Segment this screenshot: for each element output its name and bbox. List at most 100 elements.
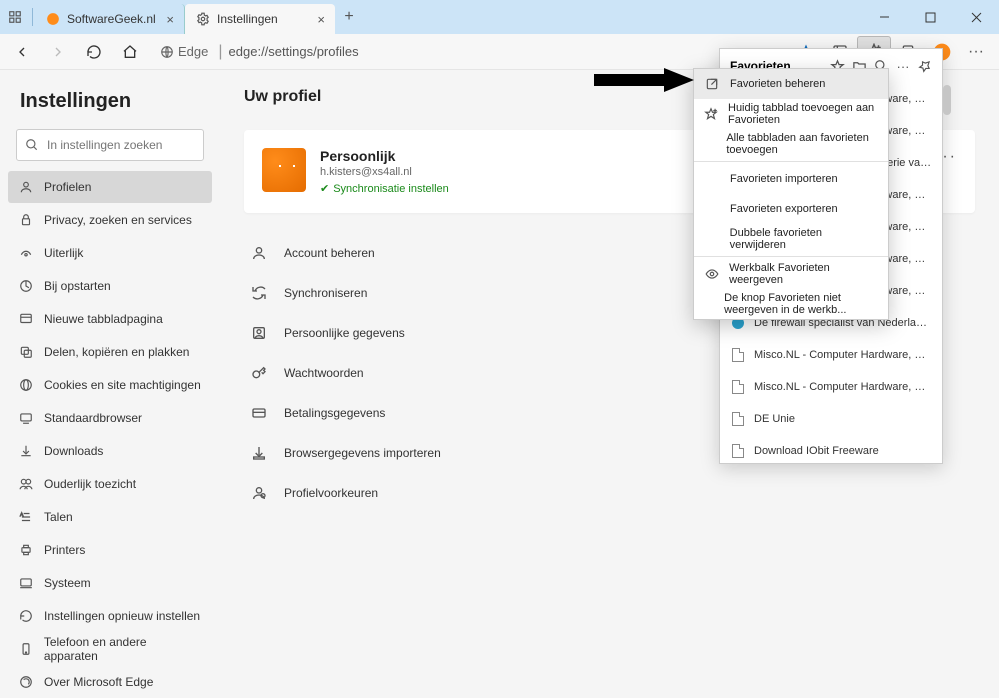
menu-label: Favorieten beheren [730, 78, 825, 90]
link-label: Betalingsgegevens [284, 406, 385, 420]
address-prefix: Edge [156, 44, 212, 59]
favorite-label: Download IObit Freeware [754, 445, 879, 457]
close-icon[interactable]: × [317, 12, 325, 27]
link-label: Wachtwoorden [284, 366, 364, 380]
profile-sync[interactable]: Synchronisatie instellen [320, 182, 449, 195]
sidebar-icon [18, 477, 34, 491]
menu-icon [704, 267, 719, 281]
menu-label: De knop Favorieten niet weergeven in de … [724, 292, 878, 316]
context-menu-item[interactable]: Alle tabbladen aan favorieten toevoegen [694, 129, 888, 159]
sidebar-item-label: Over Microsoft Edge [44, 675, 153, 689]
sidebar-icon [18, 543, 34, 557]
link-label: Account beheren [284, 246, 375, 260]
link-icon [250, 405, 268, 421]
menu-icon [704, 107, 718, 121]
link-icon [250, 445, 268, 461]
new-tab-button[interactable]: + [335, 8, 363, 26]
app-menu-icon[interactable] [0, 10, 30, 24]
sidebar-item[interactable]: Downloads [8, 435, 212, 467]
back-button[interactable] [6, 36, 38, 68]
sidebar-item-label: Downloads [44, 444, 103, 458]
sidebar-item-label: Privacy, zoeken en services [44, 213, 192, 227]
sidebar-item[interactable]: Instellingen opnieuw instellen [8, 600, 212, 632]
favorite-item[interactable]: DE Unie [720, 403, 942, 435]
favorite-item[interactable]: Misco.NL - Computer Hardware, Software, … [720, 339, 942, 371]
sidebar-item-label: Profielen [44, 180, 91, 194]
forward-button[interactable] [42, 36, 74, 68]
context-menu-item[interactable]: Favorieten beheren [694, 69, 888, 99]
refresh-button[interactable] [78, 36, 110, 68]
maximize-button[interactable] [907, 0, 953, 34]
favorite-label: Misco.NL - Computer Hardware, Software, … [754, 349, 932, 361]
more-icon[interactable]: ··· [959, 36, 993, 68]
link-icon [250, 365, 268, 381]
sidebar-item-label: Bij opstarten [44, 279, 111, 293]
menu-label: Dubbele favorieten verwijderen [730, 227, 878, 251]
favorite-label: Misco.NL - Computer Hardware, Software, … [754, 381, 932, 393]
menu-label: Werkbalk Favorieten weergeven [729, 262, 878, 286]
sidebar-item[interactable]: Over Microsoft Edge [8, 666, 212, 698]
link-icon [250, 325, 268, 341]
sidebar-item[interactable]: A Talen [8, 501, 212, 533]
context-menu-item[interactable]: Favorieten exporteren [694, 194, 888, 224]
sidebar-item[interactable]: Bij opstarten [8, 270, 212, 302]
scrollbar[interactable] [943, 85, 951, 115]
sidebar-icon [18, 411, 34, 425]
address-separator: | [218, 43, 222, 61]
sidebar-icon [18, 642, 34, 656]
favorite-item[interactable]: Misco.NL - Computer Hardware, Software, … [720, 371, 942, 403]
favorites-more-icon[interactable]: ··· [892, 59, 914, 74]
menu-label: Favorieten exporteren [730, 203, 838, 215]
sidebar-item[interactable]: Privacy, zoeken en services [8, 204, 212, 236]
profile-link[interactable]: Profielvoorkeuren [244, 473, 975, 513]
sidebar-icon [18, 279, 34, 293]
sidebar-item[interactable]: Cookies en site machtigingen [8, 369, 212, 401]
sidebar-icon [18, 444, 34, 458]
sidebar-icon [18, 246, 34, 260]
sidebar-item-label: Printers [44, 543, 85, 557]
address-bar[interactable]: Edge | edge://settings/profiles [156, 38, 779, 66]
arrow-annotation [594, 68, 694, 98]
sidebar-icon [18, 609, 34, 623]
context-menu-item[interactable]: Werkbalk Favorieten weergeven [694, 259, 888, 289]
pin-icon[interactable] [914, 59, 936, 73]
svg-text:A: A [20, 512, 24, 517]
close-icon[interactable]: × [166, 12, 174, 27]
context-menu-item[interactable]: Huidig tabblad toevoegen aan Favorieten [694, 99, 888, 129]
search-input[interactable] [16, 129, 204, 161]
favorite-item[interactable]: Download IObit Freeware [720, 435, 942, 463]
sidebar-item[interactable]: Delen, kopiëren en plakken [8, 336, 212, 368]
sidebar-icon [18, 180, 34, 194]
link-label: Synchroniseren [284, 286, 367, 300]
sidebar-item[interactable]: Nieuwe tabbladpagina [8, 303, 212, 335]
sidebar-item[interactable]: Standaardbrowser [8, 402, 212, 434]
sidebar-item[interactable]: Printers [8, 534, 212, 566]
menu-label: Huidig tabblad toevoegen aan Favorieten [728, 102, 878, 126]
home-button[interactable] [114, 36, 146, 68]
sidebar-item-label: Standaardbrowser [44, 411, 142, 425]
close-button[interactable] [953, 0, 999, 34]
link-icon [250, 485, 268, 501]
sidebar-item[interactable]: Telefoon en andere apparaten [8, 633, 212, 665]
sidebar-item-label: Cookies en site machtigingen [44, 378, 201, 392]
sidebar-item[interactable]: Uiterlijk [8, 237, 212, 269]
link-icon [250, 245, 268, 261]
sidebar-item[interactable]: Profielen [8, 171, 212, 203]
tab-softwaregeek[interactable]: SoftwareGeek.nl × [35, 4, 185, 34]
tab-instellingen[interactable]: Instellingen × [185, 4, 335, 34]
tab-favicon [45, 11, 61, 27]
favicon [730, 411, 746, 427]
context-menu-item[interactable]: De knop Favorieten niet weergeven in de … [694, 289, 888, 319]
sidebar-item-label: Nieuwe tabbladpagina [44, 312, 163, 326]
link-label: Browsergegevens importeren [284, 446, 441, 460]
tab-label: Instellingen [217, 12, 278, 26]
context-menu-item[interactable]: Favorieten importeren [694, 164, 888, 194]
sidebar-item[interactable]: Ouderlijk toezicht [8, 468, 212, 500]
minimize-button[interactable] [861, 0, 907, 34]
context-menu-item[interactable]: Dubbele favorieten verwijderen [694, 224, 888, 254]
sidebar-item[interactable]: Systeem [8, 567, 212, 599]
sidebar-item-label: Telefoon en andere apparaten [44, 635, 202, 663]
sidebar-item-label: Talen [44, 510, 73, 524]
sidebar-icon: A [18, 510, 34, 524]
sidebar-item-label: Ouderlijk toezicht [44, 477, 136, 491]
